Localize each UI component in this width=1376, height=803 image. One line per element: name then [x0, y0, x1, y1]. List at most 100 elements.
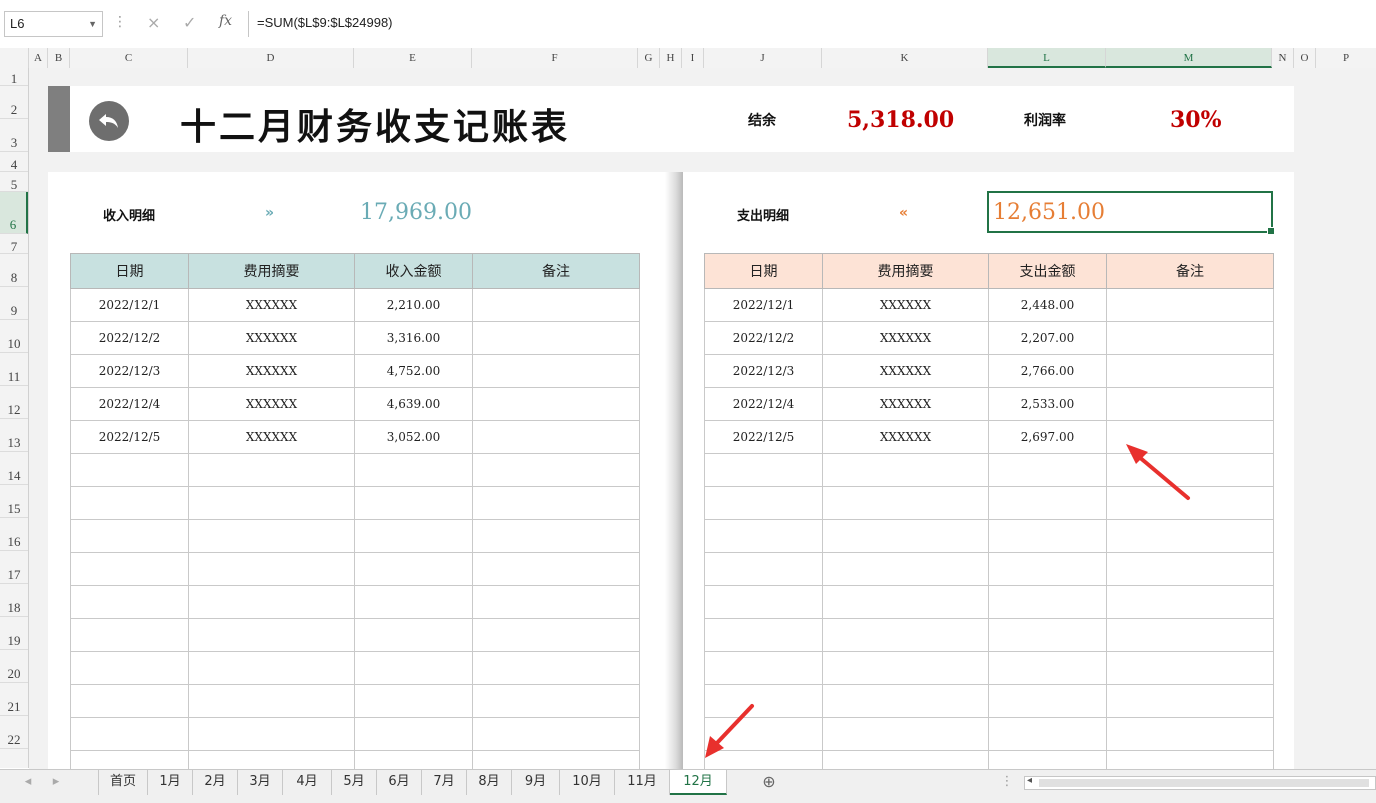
empty-cell[interactable] — [1106, 717, 1274, 751]
date-cell[interactable]: 2022/12/4 — [70, 387, 189, 421]
row-header[interactable]: 12 — [0, 386, 28, 419]
empty-cell[interactable] — [354, 453, 473, 487]
empty-cell[interactable] — [354, 684, 473, 718]
column-header[interactable]: I — [682, 48, 704, 68]
empty-cell[interactable] — [70, 717, 189, 751]
empty-cell[interactable] — [988, 552, 1107, 586]
back-icon[interactable] — [89, 101, 129, 141]
summary-cell[interactable]: XXXXXX — [188, 420, 355, 454]
row-header[interactable]: 9 — [0, 287, 28, 320]
date-cell[interactable]: 2022/12/1 — [70, 288, 189, 322]
column-header-summary[interactable]: 费用摘要 — [822, 253, 989, 289]
amount-cell[interactable]: 3,316.00 — [354, 321, 473, 355]
empty-cell[interactable] — [1106, 552, 1274, 586]
row-header[interactable]: 10 — [0, 320, 28, 353]
empty-cell[interactable] — [988, 684, 1107, 718]
column-header[interactable]: B — [48, 48, 70, 68]
empty-cell[interactable] — [70, 618, 189, 652]
empty-cell[interactable] — [822, 552, 989, 586]
empty-cell[interactable] — [188, 453, 355, 487]
amount-cell[interactable]: 3,052.00 — [354, 420, 473, 454]
empty-cell[interactable] — [188, 618, 355, 652]
sheet-tab[interactable]: 6月 — [377, 770, 422, 795]
column-header[interactable]: H — [660, 48, 682, 68]
empty-cell[interactable] — [822, 651, 989, 685]
empty-cell[interactable] — [822, 486, 989, 520]
note-cell[interactable] — [1106, 387, 1274, 421]
empty-cell[interactable] — [822, 585, 989, 619]
empty-cell[interactable] — [704, 519, 823, 553]
sheet-tab[interactable]: 7月 — [422, 770, 467, 795]
column-header[interactable]: O — [1294, 48, 1316, 68]
empty-cell[interactable] — [988, 618, 1107, 652]
empty-cell[interactable] — [822, 519, 989, 553]
row-header[interactable]: 22 — [0, 716, 28, 749]
row-header[interactable]: 16 — [0, 518, 28, 551]
sheet-tab[interactable]: 11月 — [615, 770, 670, 795]
empty-cell[interactable] — [188, 651, 355, 685]
row-header[interactable]: 3 — [0, 119, 28, 152]
empty-cell[interactable] — [988, 453, 1107, 487]
amount-cell[interactable]: 4,639.00 — [354, 387, 473, 421]
note-cell[interactable] — [472, 321, 640, 355]
empty-cell[interactable] — [188, 684, 355, 718]
row-header[interactable]: 20 — [0, 650, 28, 683]
column-header[interactable]: K — [822, 48, 988, 68]
empty-cell[interactable] — [472, 552, 640, 586]
empty-cell[interactable] — [354, 552, 473, 586]
empty-cell[interactable] — [354, 486, 473, 520]
column-header[interactable]: C — [70, 48, 188, 68]
empty-cell[interactable] — [988, 651, 1107, 685]
amount-cell[interactable]: 2,210.00 — [354, 288, 473, 322]
amount-cell[interactable]: 2,207.00 — [988, 321, 1107, 355]
row-header[interactable]: 4 — [0, 152, 28, 172]
summary-cell[interactable]: XXXXXX — [188, 288, 355, 322]
amount-cell[interactable]: 2,697.00 — [988, 420, 1107, 454]
date-cell[interactable]: 2022/12/3 — [70, 354, 189, 388]
empty-cell[interactable] — [988, 585, 1107, 619]
empty-cell[interactable] — [354, 585, 473, 619]
column-header-date[interactable]: 日期 — [704, 253, 823, 289]
empty-cell[interactable] — [704, 585, 823, 619]
sheet-tab[interactable]: 首页 — [98, 770, 148, 795]
column-header[interactable]: A — [29, 48, 48, 68]
add-sheet-icon[interactable]: ⊕ — [757, 770, 781, 795]
sheet-tab[interactable]: 2月 — [193, 770, 238, 795]
sheet-tab[interactable]: 4月 — [283, 770, 332, 795]
empty-cell[interactable] — [1106, 651, 1274, 685]
row-header[interactable]: 8 — [0, 254, 28, 287]
summary-cell[interactable]: XXXXXX — [822, 321, 989, 355]
empty-cell[interactable] — [70, 453, 189, 487]
column-header[interactable]: N — [1272, 48, 1294, 68]
row-header[interactable]: 21 — [0, 683, 28, 716]
row-header[interactable]: 14 — [0, 452, 28, 485]
enter-icon[interactable]: ✓ — [183, 13, 196, 32]
empty-cell[interactable] — [70, 552, 189, 586]
empty-cell[interactable] — [704, 453, 823, 487]
column-header[interactable]: P — [1316, 48, 1376, 68]
amount-cell[interactable]: 2,533.00 — [988, 387, 1107, 421]
empty-cell[interactable] — [472, 717, 640, 751]
empty-cell[interactable] — [822, 453, 989, 487]
empty-cell[interactable] — [354, 717, 473, 751]
insert-function-icon[interactable]: fx — [219, 13, 232, 29]
row-header[interactable]: 2 — [0, 86, 28, 119]
row-header[interactable]: 11 — [0, 353, 28, 386]
empty-cell[interactable] — [188, 717, 355, 751]
column-header-note[interactable]: 备注 — [472, 253, 640, 289]
fill-handle[interactable] — [1267, 227, 1275, 235]
empty-cell[interactable] — [472, 585, 640, 619]
empty-cell[interactable] — [70, 486, 189, 520]
date-cell[interactable]: 2022/12/1 — [704, 288, 823, 322]
empty-cell[interactable] — [188, 552, 355, 586]
empty-cell[interactable] — [704, 651, 823, 685]
empty-cell[interactable] — [354, 651, 473, 685]
formula-input[interactable]: =SUM($L$9:$L$24998) — [248, 11, 1376, 37]
scroll-tabs-left-icon[interactable]: ◂ — [16, 770, 40, 795]
summary-cell[interactable]: XXXXXX — [188, 321, 355, 355]
note-cell[interactable] — [472, 420, 640, 454]
column-header[interactable]: D — [188, 48, 354, 68]
amount-cell[interactable]: 2,448.00 — [988, 288, 1107, 322]
cancel-icon[interactable]: × — [147, 13, 160, 32]
column-header-note[interactable]: 备注 — [1106, 253, 1274, 289]
